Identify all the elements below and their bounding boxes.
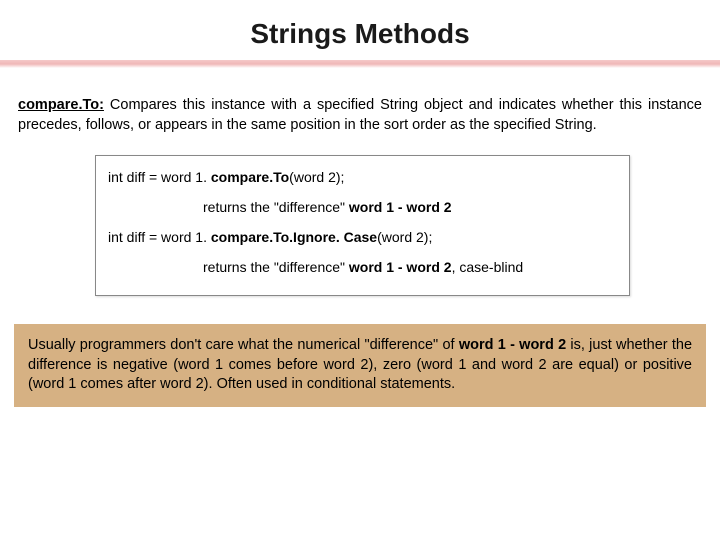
returns-text: returns the "difference" bbox=[203, 259, 349, 275]
title-underline bbox=[0, 60, 720, 68]
code-example-box: int diff = word 1. compare.To(word 2); r… bbox=[95, 155, 630, 296]
code-text: (word 2); bbox=[289, 169, 344, 185]
code-text: (word 2); bbox=[377, 229, 432, 245]
slide-title: Strings Methods bbox=[0, 0, 720, 60]
method-description: compare.To: Compares this instance with … bbox=[0, 96, 720, 135]
explanation-text: Usually programmers don't care what the … bbox=[28, 337, 459, 353]
returns-text: returns the "difference" bbox=[203, 199, 349, 215]
code-method-bold: compare.To bbox=[211, 169, 289, 185]
method-description-text: Compares this instance with a specified … bbox=[18, 97, 702, 133]
method-name: compare.To: bbox=[18, 97, 104, 113]
returns-line-1: returns the "difference" word 1 - word 2 bbox=[108, 196, 617, 220]
returns-bold: word 1 - word 2 bbox=[349, 199, 452, 215]
code-text: int diff = word 1. bbox=[108, 169, 211, 185]
code-line-1: int diff = word 1. compare.To(word 2); bbox=[108, 166, 617, 190]
returns-bold: word 1 - word 2 bbox=[349, 259, 452, 275]
returns-text: , case-blind bbox=[452, 259, 524, 275]
explanation-bold: word 1 - word 2 bbox=[459, 337, 566, 353]
code-method-bold: compare.To.Ignore. Case bbox=[211, 229, 377, 245]
code-text: int diff = word 1. bbox=[108, 229, 211, 245]
explanation-box: Usually programmers don't care what the … bbox=[14, 324, 706, 407]
returns-line-2: returns the "difference" word 1 - word 2… bbox=[108, 256, 617, 280]
code-line-2: int diff = word 1. compare.To.Ignore. Ca… bbox=[108, 226, 617, 250]
